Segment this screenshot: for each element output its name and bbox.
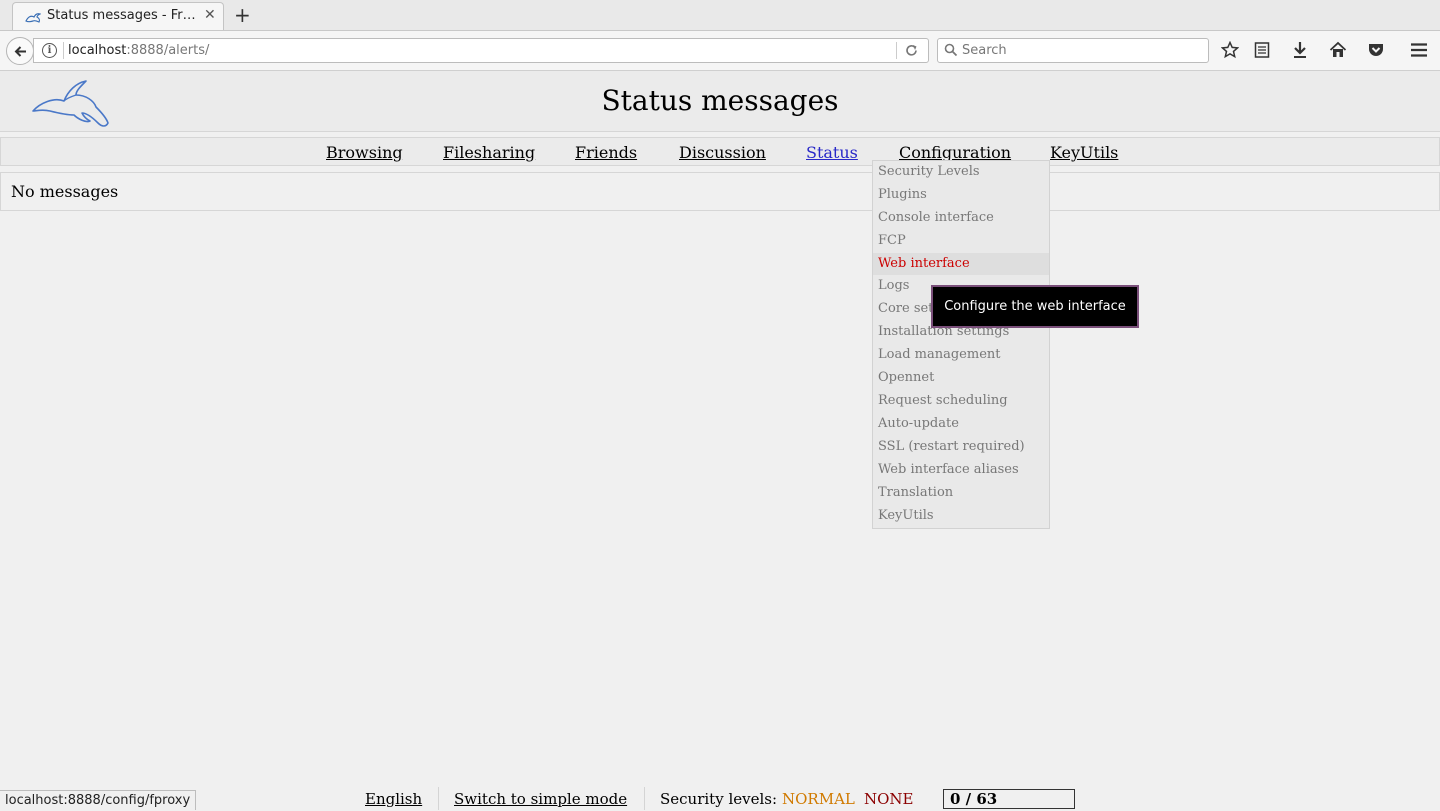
menu-friends[interactable]: Friends [575, 143, 637, 162]
dropdown-item-plugins[interactable]: Plugins [873, 184, 1049, 206]
page-title: Status messages [601, 84, 839, 117]
dropdown-item-opennet[interactable]: Opennet [873, 367, 1049, 389]
security-levels-label: Security levels: [660, 790, 778, 808]
no-messages-text: No messages [11, 182, 119, 201]
pocket-icon[interactable] [1367, 41, 1385, 59]
tooltip: Configure the web interface [931, 285, 1139, 328]
menu-status[interactable]: Status [806, 143, 858, 162]
menu-browsing[interactable]: Browsing [326, 143, 403, 162]
tab-title: Status messages - Fr… [47, 8, 196, 23]
dropdown-item-load-management[interactable]: Load management [873, 344, 1049, 366]
progress-bar: 0 / 63 [943, 789, 1075, 809]
download-icon[interactable] [1292, 41, 1308, 59]
search-icon [944, 43, 958, 57]
main-menu: Browsing Filesharing Friends Discussion … [0, 137, 1440, 166]
new-tab-button[interactable]: + [234, 3, 251, 27]
site-info-icon[interactable]: i [42, 43, 57, 58]
menu-keyutils[interactable]: KeyUtils [1050, 143, 1118, 162]
configuration-dropdown: Security Levels Plugins Console interfac… [872, 160, 1050, 529]
dropdown-item-console-interface[interactable]: Console interface [873, 207, 1049, 229]
browser-tab[interactable]: Status messages - Fr… ✕ [12, 2, 224, 30]
search-input[interactable]: Search [962, 43, 1007, 58]
freenet-rabbit-icon [25, 13, 41, 23]
url-bar[interactable]: i localhost:8888/alerts/ [33, 38, 929, 63]
back-arrow-icon [14, 46, 26, 57]
dropdown-item-web-interface-aliases[interactable]: Web interface aliases [873, 459, 1049, 481]
menu-discussion[interactable]: Discussion [679, 143, 766, 162]
security-network-level[interactable]: NORMAL [782, 790, 855, 808]
bookmark-star-icon[interactable] [1221, 41, 1239, 59]
security-friends-level[interactable]: NONE [864, 790, 914, 808]
status-bar-url: localhost:8888/config/fproxy [0, 790, 197, 810]
dropdown-item-request-scheduling[interactable]: Request scheduling [873, 390, 1049, 412]
menu-filesharing[interactable]: Filesharing [443, 143, 535, 162]
dropdown-item-keyutils[interactable]: KeyUtils [873, 505, 1049, 527]
dropdown-item-auto-update[interactable]: Auto-update [873, 413, 1049, 435]
search-bar[interactable]: Search [937, 38, 1209, 63]
dropdown-item-translation[interactable]: Translation [873, 482, 1049, 504]
reading-list-icon[interactable] [1254, 41, 1270, 59]
dropdown-item-ssl[interactable]: SSL (restart required) [873, 436, 1049, 458]
close-tab-icon[interactable]: ✕ [204, 7, 216, 23]
progress-text: 0 / 63 [950, 790, 998, 808]
home-icon[interactable] [1329, 41, 1347, 59]
page-header: Status messages [0, 71, 1440, 132]
messages-box: No messages [0, 172, 1440, 211]
url-text[interactable]: localhost:8888/alerts/ [68, 43, 209, 58]
dropdown-item-fcp[interactable]: FCP [873, 230, 1049, 252]
dropdown-item-web-interface[interactable]: Web interface [873, 253, 1049, 275]
dropdown-item-security-levels[interactable]: Security Levels [873, 161, 1049, 183]
reload-icon[interactable] [904, 43, 919, 58]
tab-bar: Status messages - Fr… ✕ + [0, 0, 1440, 31]
back-button[interactable] [6, 37, 34, 65]
hamburger-menu-icon[interactable] [1410, 41, 1428, 59]
language-link[interactable]: English [365, 790, 422, 808]
navigation-toolbar: i localhost:8888/alerts/ Search [0, 31, 1440, 71]
switch-mode-link[interactable]: Switch to simple mode [454, 790, 627, 808]
